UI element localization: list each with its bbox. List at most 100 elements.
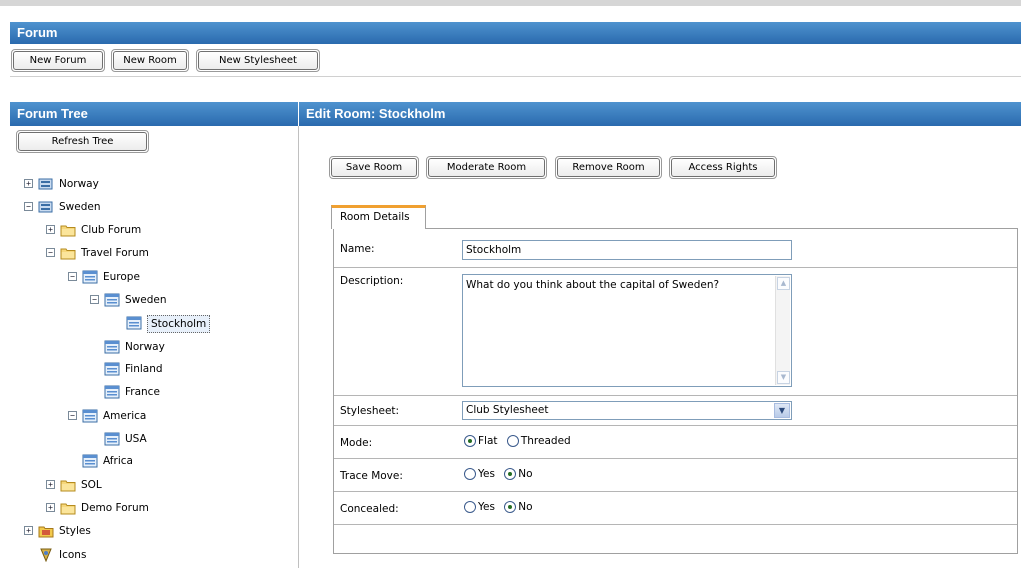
tree-item-label: France — [125, 386, 160, 398]
scroll-down-icon[interactable]: ▼ — [777, 371, 790, 384]
stylesheet-select[interactable]: Club Stylesheet ▼ — [462, 401, 792, 420]
expand-icon[interactable]: + — [46, 480, 55, 489]
window-top-strip — [0, 0, 1021, 6]
concealed-yes-label: Yes — [478, 501, 495, 513]
trace-move-radio-group: Yes No — [464, 468, 539, 480]
tree-item-label: Norway — [125, 341, 165, 353]
trace-move-row: Trace Move: Yes No — [334, 458, 1017, 491]
mode-threaded-radio[interactable] — [506, 435, 519, 447]
folder-icon — [60, 501, 76, 515]
stylesheet-row: Stylesheet: Club Stylesheet ▼ — [334, 395, 1017, 425]
collapse-icon[interactable]: − — [24, 202, 33, 211]
collapse-icon[interactable]: − — [46, 248, 55, 257]
tree-item[interactable]: Norway — [90, 338, 290, 356]
moderate-room-button[interactable]: Moderate Room — [426, 156, 547, 179]
tree-item[interactable]: + Norway — [24, 175, 224, 193]
scroll-up-icon[interactable]: ▲ — [777, 277, 790, 290]
room-icon — [104, 293, 120, 307]
tree-panel-divider — [298, 126, 299, 568]
room-icon — [126, 316, 142, 330]
tree-item[interactable]: + SOL — [46, 476, 246, 494]
tree-item[interactable]: − Travel Forum — [46, 244, 246, 262]
description-text: What do you think about the capital of S… — [466, 279, 720, 291]
forum-icon — [38, 200, 54, 214]
tree-item-label: America — [103, 410, 147, 422]
expand-icon[interactable]: + — [24, 179, 33, 188]
tree-item-label: Sweden — [125, 294, 167, 306]
remove-room-button[interactable]: Remove Room — [555, 156, 662, 179]
mode-radio-group: Flat Threaded — [464, 435, 577, 447]
mode-threaded-label: Threaded — [520, 435, 571, 447]
folder-icon — [60, 223, 76, 237]
new-forum-button[interactable]: New Forum — [11, 49, 105, 72]
icons-icon — [38, 548, 54, 563]
tree-item[interactable]: France — [90, 383, 290, 401]
tree-item-label: Demo Forum — [81, 502, 149, 514]
expand-icon[interactable]: + — [46, 225, 55, 234]
tree-item[interactable]: − Sweden — [24, 198, 224, 216]
save-room-button[interactable]: Save Room — [329, 156, 419, 179]
room-icon — [82, 409, 98, 423]
concealed-no-radio[interactable] — [504, 501, 517, 513]
trace-move-no-label: No — [518, 468, 533, 480]
tree-item[interactable]: Finland — [90, 360, 290, 378]
room-icon — [82, 270, 98, 284]
mode-label: Mode: — [340, 437, 373, 449]
collapse-icon[interactable]: − — [68, 411, 77, 420]
edit-room-title: Edit Room: Stockholm — [306, 106, 446, 121]
tree-item[interactable]: Africa — [68, 452, 268, 470]
room-icon — [82, 454, 98, 468]
forum-tree-title: Forum Tree — [17, 106, 88, 121]
refresh-tree-button[interactable]: Refresh Tree — [16, 130, 149, 153]
stylesheet-selected-value: Club Stylesheet — [466, 404, 549, 416]
new-room-button[interactable]: New Room — [111, 49, 189, 72]
description-label: Description: — [340, 275, 404, 287]
concealed-label: Concealed: — [340, 503, 399, 515]
tree-item[interactable]: − Europe — [68, 268, 268, 286]
tree-item[interactable]: + Demo Forum — [46, 499, 246, 517]
collapse-icon[interactable]: − — [90, 295, 99, 304]
collapse-icon[interactable]: − — [68, 272, 77, 281]
tree-item-label: Africa — [103, 455, 133, 467]
chevron-down-icon[interactable]: ▼ — [774, 403, 790, 418]
stylesheet-label: Stylesheet: — [340, 405, 400, 417]
access-rights-button[interactable]: Access Rights — [669, 156, 777, 179]
forum-icon — [38, 177, 54, 191]
tab-room-details[interactable]: Room Details — [331, 205, 426, 229]
mode-flat-radio[interactable] — [464, 435, 476, 447]
styles-folder-icon — [38, 524, 54, 538]
room-icon — [104, 362, 120, 376]
concealed-no-label: No — [518, 501, 533, 513]
form-footer-row — [334, 524, 1017, 554]
description-scrollbar[interactable]: ▲ ▼ — [775, 276, 790, 385]
tree-item[interactable]: USA — [90, 430, 290, 448]
trace-move-yes-radio[interactable] — [464, 468, 476, 480]
new-stylesheet-button[interactable]: New Stylesheet — [196, 49, 320, 72]
concealed-yes-radio[interactable] — [464, 501, 476, 513]
forum-header-title: Forum — [17, 25, 58, 40]
forum-header: Forum — [10, 22, 1021, 44]
expand-icon[interactable]: + — [24, 526, 33, 535]
tree-item-label: Norway — [59, 178, 99, 190]
trace-move-no-radio[interactable] — [504, 468, 517, 480]
tree-item[interactable]: − Sweden — [90, 291, 290, 309]
tree-item[interactable]: + Styles — [24, 522, 224, 540]
trace-move-yes-label: Yes — [478, 468, 495, 480]
tree-item-label: Travel Forum — [81, 247, 149, 259]
room-icon — [104, 432, 120, 446]
toolbar-divider — [10, 76, 1021, 77]
name-field[interactable]: Stockholm — [462, 240, 792, 260]
description-field[interactable]: What do you think about the capital of S… — [462, 274, 792, 387]
tree-item[interactable]: Icons — [24, 546, 224, 564]
tree-item[interactable]: + Club Forum — [46, 221, 246, 239]
folder-icon — [60, 246, 76, 260]
tree-item[interactable]: − America — [68, 407, 268, 425]
tree-item[interactable]: Stockholm — [112, 314, 312, 333]
tree-item-label: USA — [125, 433, 147, 445]
tab-room-details-label: Room Details — [340, 211, 410, 223]
tree-item-label: Styles — [59, 525, 91, 537]
concealed-radio-group: Yes No — [464, 501, 539, 513]
expand-icon[interactable]: + — [46, 503, 55, 512]
name-label: Name: — [340, 243, 375, 255]
tree-item-label: Stockholm — [147, 315, 211, 333]
